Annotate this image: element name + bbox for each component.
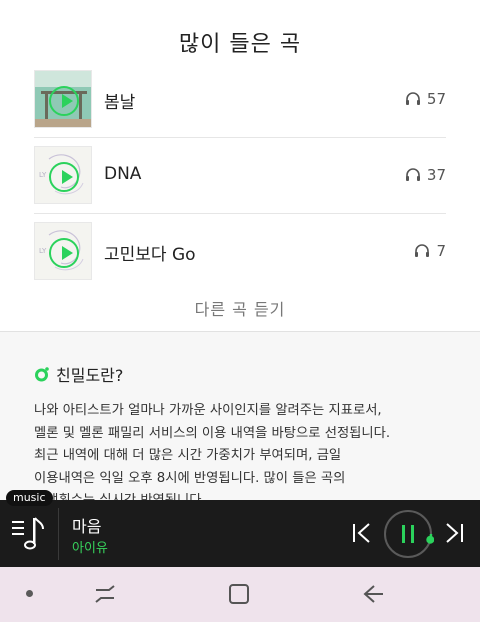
song-title: 고민보다 Go <box>104 245 196 265</box>
affinity-title: 친밀도란? <box>56 366 124 385</box>
skip-previous-icon[interactable] <box>350 521 372 545</box>
playlist-icon[interactable] <box>10 512 52 554</box>
play-count: 7 <box>414 242 446 260</box>
affinity-description: 나와 아티스트가 얼마나 가까운 사이인지를 알려주는 지표로서, 멜론 및 멜… <box>34 400 454 500</box>
melon-icon <box>35 367 49 382</box>
album-thumbnail[interactable]: LY <box>34 222 92 280</box>
description-line: 최근 내역에 대해 더 많은 시간 가중치가 부여되며, 금일 <box>34 448 342 463</box>
pause-icon[interactable] <box>382 508 434 560</box>
play-count: 37 <box>405 166 446 184</box>
home-icon[interactable] <box>228 583 250 605</box>
song-title: 봄날 <box>104 93 136 113</box>
song-title: DNA <box>104 164 142 184</box>
most-played-section: 많이 들은 곡 봄날 57 LY DNA 37 LY 고민보다 Go 7 다른 … <box>0 0 480 331</box>
headphones-icon <box>415 244 430 257</box>
section-title: 많이 들은 곡 <box>178 32 302 57</box>
headphones-icon <box>405 168 420 181</box>
play-count-value: 57 <box>426 90 446 108</box>
album-thumbnail[interactable] <box>34 70 92 128</box>
description-line: 재생횟수는 실시간 반영됩니다. <box>34 490 454 500</box>
progress-handle[interactable] <box>426 535 434 544</box>
play-icon[interactable] <box>49 162 79 192</box>
song-row[interactable]: 봄날 57 <box>34 62 446 138</box>
now-playing-artist[interactable]: 아이유 <box>72 537 108 556</box>
play-count-value: 37 <box>426 166 446 184</box>
recent-apps-icon[interactable] <box>93 584 117 606</box>
play-icon[interactable] <box>49 238 79 268</box>
album-thumbnail[interactable]: LY <box>34 146 92 204</box>
now-playing-title[interactable]: 마음 <box>72 513 101 537</box>
headphones-icon <box>405 92 420 105</box>
song-row[interactable]: LY 고민보다 Go 7 <box>34 214 446 290</box>
back-icon[interactable] <box>362 583 386 605</box>
svg-text:LY: LY <box>39 171 47 179</box>
song-row[interactable]: LY DNA 37 <box>34 138 446 214</box>
play-icon[interactable] <box>49 86 79 116</box>
player-divider <box>58 508 59 560</box>
music-tag: music <box>6 490 53 506</box>
description-line: 이용내역은 익일 오후 8시에 반영됩니다. 많이 들은 곡의 <box>34 470 346 486</box>
nav-dot-icon[interactable] <box>26 590 33 597</box>
affinity-heading: 친밀도란? <box>34 362 123 386</box>
play-count-value: 7 <box>436 242 446 260</box>
more-songs-button[interactable]: 다른 곡 듣기 <box>0 296 480 320</box>
svg-text:LY: LY <box>39 247 47 255</box>
play-count: 57 <box>405 90 446 108</box>
description-line: 멜론 및 멜론 패밀리 서비스의 이용 내역을 바탕으로 선정됩니다. <box>34 425 391 441</box>
affinity-info-section: 친밀도란? 나와 아티스트가 얼마나 가까운 사이인지를 알려주는 지표로서, … <box>0 332 480 500</box>
description-line: 나와 아티스트가 얼마나 가까운 사이인지를 알려주는 지표로서, <box>34 403 382 418</box>
skip-next-icon[interactable] <box>444 521 466 545</box>
